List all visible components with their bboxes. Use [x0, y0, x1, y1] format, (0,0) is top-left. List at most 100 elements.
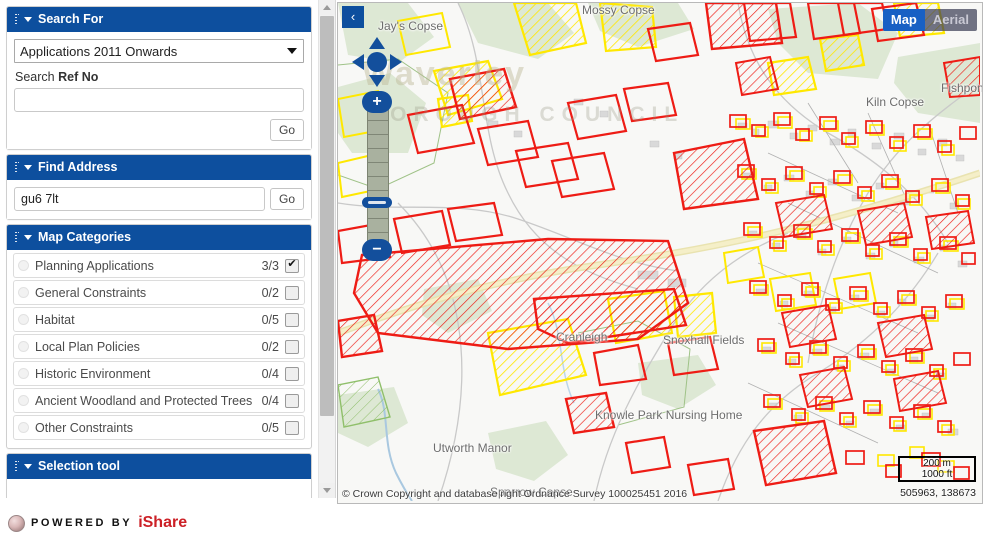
category-expand-icon[interactable] [18, 341, 29, 352]
map-scale-bar: 200 m 1000 ft [898, 456, 976, 482]
map-label: Fishpond [941, 81, 982, 95]
drag-handle-icon[interactable] [15, 13, 19, 25]
panel-body-search-for: Applications 2011 Onwards Search Ref No … [7, 32, 311, 149]
scrollbar-thumb[interactable] [320, 16, 334, 416]
chevron-down-icon[interactable] [24, 234, 32, 240]
panel-header-search-for[interactable]: Search For [7, 7, 311, 32]
ishare-map-application: Search For Applications 2011 Onwards Sea… [0, 0, 983, 546]
basemap-option-aerial[interactable]: Aerial [925, 9, 977, 31]
basemap-watermark-2: BOROUGH COUNCIL [368, 103, 685, 126]
panel-selection-tool: Selection tool [6, 453, 312, 498]
search-go-button[interactable]: Go [269, 119, 304, 141]
scale-imperial-label: 1000 ft [921, 469, 953, 480]
zoom-slider-handle[interactable] [362, 197, 392, 208]
search-go-row: Go [14, 119, 304, 141]
map-category-row[interactable]: Other Constraints 0/5 [13, 415, 305, 440]
map-category-row[interactable]: Local Plan Policies 0/2 [13, 334, 305, 359]
scale-bar-imperial: 1000 ft [898, 469, 976, 482]
category-checkbox[interactable] [285, 339, 299, 354]
pan-down-arrow-icon[interactable] [369, 75, 385, 87]
chevron-down-icon[interactable] [24, 164, 32, 170]
ishare-brand-text: iShare [138, 514, 188, 531]
map-label: Jay's Copse [378, 19, 443, 33]
category-checkbox[interactable] [285, 257, 299, 273]
zoom-out-button[interactable]: − [362, 239, 392, 261]
drag-handle-icon[interactable] [15, 161, 19, 173]
category-count: 0/4 [261, 366, 279, 381]
dataset-select[interactable]: Applications 2011 Onwards [14, 39, 304, 63]
address-input[interactable] [14, 187, 265, 211]
dataset-select-wrap: Applications 2011 Onwards [14, 39, 304, 63]
pan-right-arrow-icon[interactable] [390, 54, 402, 70]
category-label: Habitat [35, 312, 75, 327]
category-expand-icon[interactable] [18, 287, 29, 298]
panel-header-map-categories[interactable]: Map Categories [7, 225, 311, 250]
category-expand-icon[interactable] [18, 395, 29, 406]
drag-handle-icon[interactable] [15, 460, 19, 472]
category-count: 0/2 [261, 339, 279, 354]
pan-left-arrow-icon[interactable] [352, 54, 364, 70]
panel-header-selection-tool[interactable]: Selection tool [7, 454, 311, 479]
sidebar-scrollbar[interactable] [318, 0, 336, 498]
map-coordinates-readout: 505963, 138673 [900, 487, 976, 499]
category-checkbox[interactable] [285, 420, 299, 435]
map-category-row[interactable]: Habitat 0/5 [13, 307, 305, 332]
category-expand-icon[interactable] [18, 260, 29, 271]
zoom-slider-control[interactable]: + − [362, 91, 392, 261]
category-label: Ancient Woodland and Protected Trees [35, 393, 253, 408]
category-checkbox[interactable] [285, 393, 299, 408]
panel-body-selection-tool [7, 479, 311, 498]
panel-header-find-address[interactable]: Find Address [7, 155, 311, 180]
sidebar: Search For Applications 2011 Onwards Sea… [0, 0, 318, 498]
map-label: Snoxhall Fields [663, 333, 745, 347]
map-category-row[interactable]: Ancient Woodland and Protected Trees 0/4 [13, 388, 305, 413]
scroll-down-button[interactable] [319, 483, 335, 498]
category-count: 3/3 [261, 258, 279, 273]
map-label: Mossy Copse [582, 3, 655, 17]
map-label: Kiln Copse [866, 95, 925, 109]
category-count: 0/5 [261, 312, 279, 327]
chevron-down-icon[interactable] [24, 463, 32, 469]
map-attribution: © Crown Copyright and database right Ord… [342, 488, 688, 500]
zoom-in-button[interactable]: + [362, 91, 392, 113]
pan-up-arrow-icon[interactable] [369, 37, 385, 49]
scale-bar-metric: 200 m [898, 456, 976, 469]
pan-control[interactable] [350, 35, 404, 89]
map-label: Utworth Manor [433, 441, 512, 455]
category-label: Local Plan Policies [35, 339, 140, 354]
label-text-bold: Ref No [58, 70, 99, 84]
drag-handle-icon[interactable] [15, 231, 19, 243]
panel-map-categories: Map Categories Planning Applications 3/3 G… [6, 224, 312, 449]
powered-by-footer: POWERED BY iShare [0, 500, 326, 546]
category-expand-icon[interactable] [18, 314, 29, 325]
category-checkbox[interactable] [285, 312, 299, 327]
basemap-option-map[interactable]: Map [882, 9, 925, 31]
collapse-sidebar-button[interactable]: ‹ [342, 6, 364, 28]
category-count: 0/4 [261, 393, 279, 408]
map-category-row[interactable]: General Constraints 0/2 [13, 280, 305, 305]
category-label: General Constraints [35, 285, 147, 300]
category-checkbox[interactable] [285, 285, 299, 300]
category-checkbox[interactable] [285, 366, 299, 381]
category-expand-icon[interactable] [18, 368, 29, 379]
category-label: Planning Applications [35, 258, 154, 273]
map-viewport[interactable]: Waverley BOROUGH COUNCIL Jay's Copse Moss… [337, 2, 983, 504]
category-expand-icon[interactable] [18, 422, 29, 433]
map-categories-list: Planning Applications 3/3 General Constrai… [7, 250, 311, 448]
address-go-button[interactable]: Go [269, 188, 304, 210]
map-label: Knowle Park Nursing Home [595, 408, 743, 422]
basemap-toggle[interactable]: Map Aerial [882, 9, 977, 31]
panel-title: Selection tool [38, 459, 120, 473]
search-ref-no-input[interactable] [14, 88, 304, 112]
zoom-slider-track[interactable] [367, 105, 389, 252]
panel-body-find-address: Go [7, 180, 311, 219]
panel-find-address: Find Address Go [6, 154, 312, 220]
map-category-row[interactable]: Planning Applications 3/3 [13, 253, 305, 278]
pan-center-hub[interactable] [367, 52, 387, 72]
map-category-row[interactable]: Historic Environment 0/4 [13, 361, 305, 386]
chevron-down-icon[interactable] [24, 16, 32, 22]
scroll-up-button[interactable] [319, 0, 335, 15]
address-search-row: Go [14, 187, 304, 211]
category-count: 0/5 [261, 420, 279, 435]
panel-title: Map Categories [38, 230, 132, 244]
